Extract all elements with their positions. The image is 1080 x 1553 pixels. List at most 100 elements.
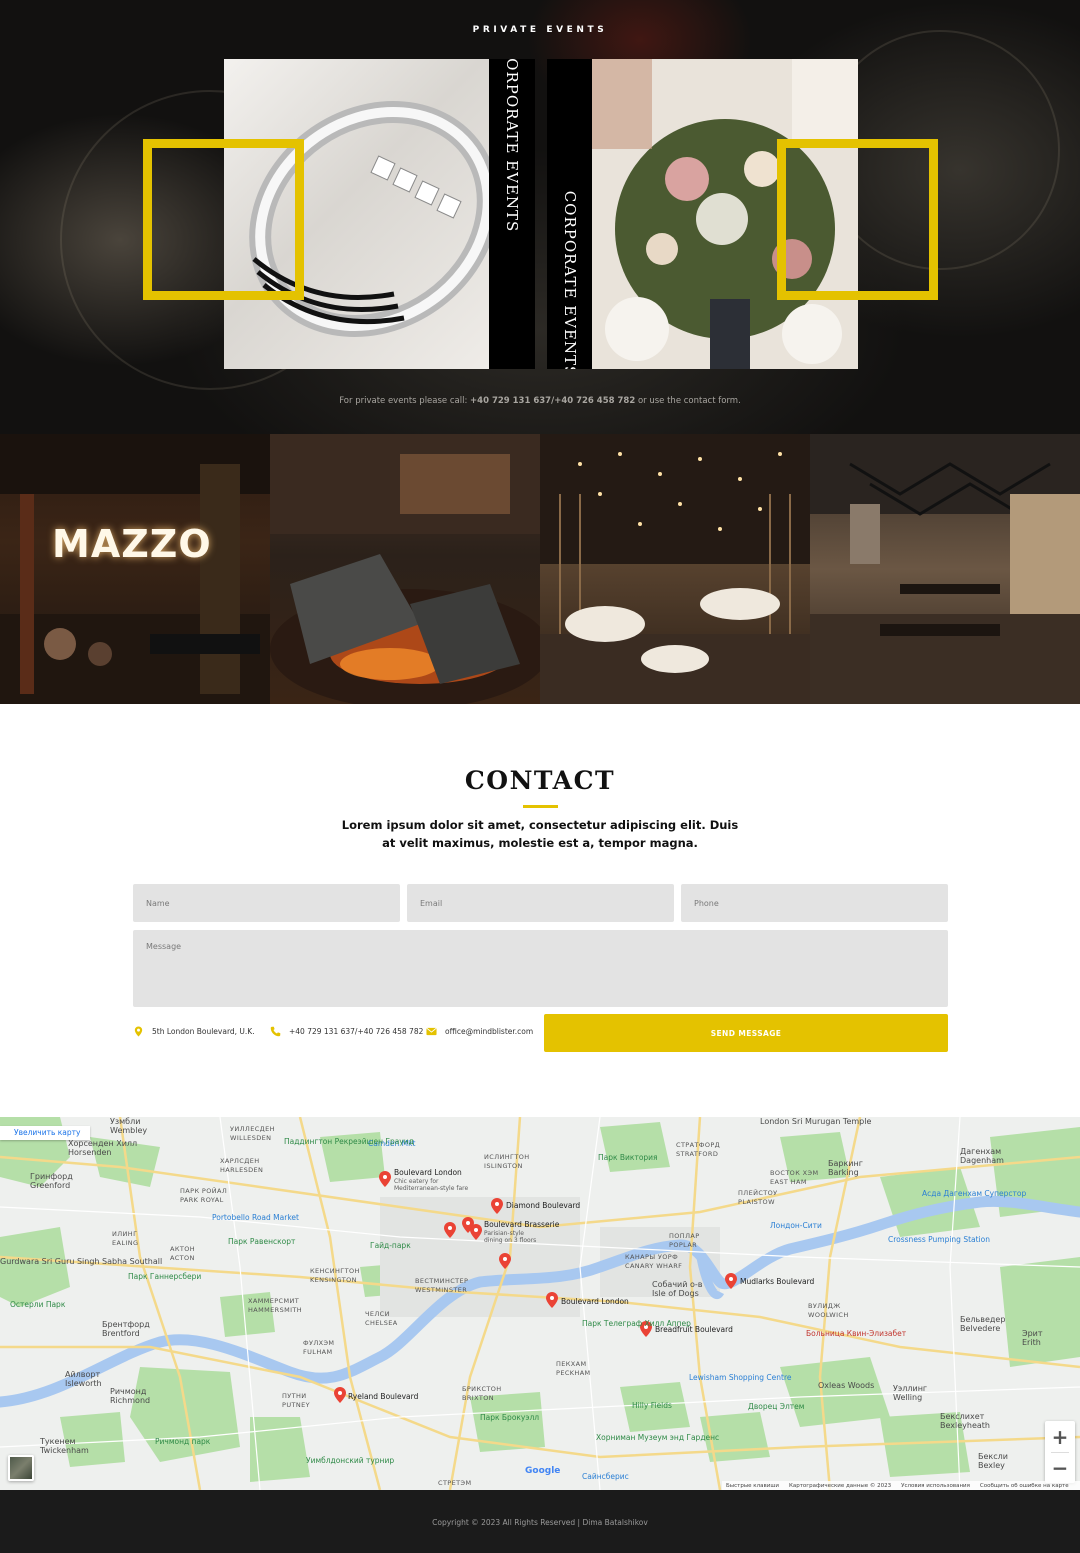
yellow-accent-frame-right [777, 139, 938, 300]
enlarge-map-link[interactable]: Увеличить карту [0, 1126, 91, 1140]
poi-horniman[interactable]: Хорниман Музеум энд Гарденс [596, 1433, 719, 1442]
note-prefix: For private events please call: [339, 396, 471, 406]
poi-telegraph-hill[interactable]: Парк Телеграф Хилл Аппер [582, 1319, 691, 1328]
zoom-in-button[interactable]: + [1045, 1421, 1075, 1452]
area-peckham: ПЕКХАМ PECKHAM [556, 1360, 591, 1377]
phone-field[interactable] [681, 884, 948, 922]
area-stratford: СТРАТФОРД STRATFORD [676, 1141, 721, 1158]
poi-queen-elizabeth[interactable]: Больница Квин-Элизабет [806, 1329, 906, 1338]
area-woolwich: ВУЛИДЖ WOOLWICH [808, 1302, 849, 1319]
report-error-link[interactable]: Сообщить об ошибке на карте [980, 1483, 1069, 1489]
place-ryeland-boulevard[interactable]: Ryeland Boulevard [348, 1392, 418, 1401]
card-label-band: CORPORATE EVENTS [547, 59, 592, 369]
place-boulevard-london-2[interactable]: Boulevard London [561, 1297, 629, 1306]
place-description: Parisian-style [484, 1230, 524, 1237]
zoom-out-button[interactable]: − [1045, 1452, 1075, 1483]
map-attribution: Быстрые клавиши Картографические данные … [722, 1481, 1080, 1490]
area-acton: АКТОН ACTON [170, 1245, 196, 1262]
area-hammersmith: ХАММЕРСМИТ HAMMERSMITH [248, 1297, 303, 1314]
dining-hall-lights-photo[interactable] [540, 434, 810, 704]
fireplace-embers-photo[interactable] [270, 434, 540, 704]
map-pin-icon[interactable] [491, 1198, 503, 1214]
poi-sainsburys[interactable]: Сайнсберис [582, 1472, 629, 1481]
area-barking: Баркинг Barking [828, 1159, 863, 1177]
map-pin-icon[interactable] [499, 1253, 511, 1269]
poi-paddington[interactable]: Паддингтон Рекреэйшен Граунд [284, 1137, 414, 1146]
poi-city-airport[interactable]: Лондон-Сити [770, 1221, 822, 1230]
private-events-eyebrow: PRIVATE EVENTS [472, 25, 608, 35]
area-willesden: УИЛЛЕСДЕН WILLESDEN [230, 1125, 275, 1142]
place-boulevard-brasserie[interactable]: Boulevard Brasserie [484, 1220, 559, 1229]
keyboard-shortcuts-link[interactable]: Быстрые клавиши [726, 1483, 779, 1489]
site-footer: Copyright © 2023 All Rights Reserved | D… [0, 1490, 1080, 1553]
poi-crossness[interactable]: Crossness Pumping Station [888, 1235, 990, 1244]
area-isle-of-dogs: Собачий о-в Isle of Dogs [652, 1280, 703, 1298]
dining-hall-illustration [540, 434, 810, 704]
phone-text[interactable]: +40 729 131 637/+40 726 458 782 [289, 1027, 423, 1036]
map-pin-icon[interactable] [379, 1171, 391, 1187]
map-pin-icon[interactable] [725, 1273, 737, 1289]
area-plaistow: ПЛЕЙСТОУ PLAISTOW [738, 1189, 778, 1206]
contact-lead: Lorem ipsum dolor sit amet, consectetur … [341, 818, 739, 850]
poi-asda[interactable]: Асда Дагенхам Суперстор [922, 1189, 1026, 1198]
map-data-credit: Картографические данные © 2023 [788, 1482, 892, 1489]
poi-ravenscourt[interactable]: Парк Равенскорт [228, 1237, 295, 1246]
copyright-text: Copyright © 2023 All Rights Reserved | D… [432, 1518, 648, 1527]
email-field[interactable] [407, 884, 674, 922]
terms-link[interactable]: Условия использования [901, 1483, 970, 1489]
area-wembley: Узмбли Wembley [110, 1117, 148, 1135]
poi-hyde-park[interactable]: Гайд-парк [370, 1241, 411, 1250]
note-suffix: or use the contact form. [635, 396, 741, 406]
title-underline [523, 805, 558, 808]
poi-hilly-fields[interactable]: Hilly Fields [632, 1401, 672, 1410]
google-logo: Google [525, 1466, 560, 1476]
poi-london-sri[interactable]: London Sri Murugan Temple [760, 1117, 871, 1126]
place-mudlarks-boulevard[interactable]: Mudlarks Boulevard [740, 1277, 814, 1286]
envelope-icon [426, 1027, 437, 1036]
poi-lewisham[interactable]: Lewisham Shopping Centre [689, 1373, 792, 1382]
poi-richmond-park[interactable]: Ричмонд парк [155, 1437, 210, 1446]
private-events-section: PRIVATE EVENTS CORPORATE EVENTS CORPORAT… [0, 0, 1080, 434]
restaurant-interior-photo[interactable]: MAZZO [0, 434, 270, 704]
map-pin-icon[interactable] [470, 1224, 482, 1240]
corporate-events-label: CORPORATE EVENTS [502, 59, 521, 233]
zoom-controls: + − [1045, 1421, 1075, 1483]
map-pin-icon[interactable] [334, 1387, 346, 1403]
area-park-royal: ПАРК РОЙАЛ PARK ROYAL [180, 1187, 228, 1204]
area-islington: ИСЛИНГТОН ISLINGTON [484, 1153, 530, 1170]
email-text[interactable]: office@mindblister.com [445, 1027, 533, 1036]
note-phones[interactable]: +40 729 131 637/+40 726 458 782 [470, 396, 635, 406]
area-welling: Уэллинг Welling [893, 1384, 928, 1402]
area-chelsea: ЧЕЛСИ CHELSEA [365, 1310, 398, 1327]
area-bexley: Бексли Bexley [978, 1452, 1008, 1470]
contact-title: CONTACT [464, 766, 616, 795]
area-streatham: СТРЕТЭМ [438, 1479, 472, 1487]
poi-wimbledon[interactable]: Уимблдонский турнир [306, 1456, 394, 1465]
gallery-strip: MAZZO [0, 434, 1080, 704]
restaurant-interior-illustration [0, 434, 270, 704]
poi-victoria-park[interactable]: Парк Виктория [598, 1153, 658, 1162]
map-pin-icon[interactable] [546, 1292, 558, 1308]
poi-eltham[interactable]: Дворец Элтем [748, 1402, 804, 1411]
area-erith: Эрит Erith [1022, 1329, 1043, 1347]
place-description: Chic eatery for [394, 1178, 439, 1185]
poi-brockwell[interactable]: Парк Брокуэлл [480, 1413, 539, 1422]
place-boulevard-london-1[interactable]: Boulevard London [394, 1168, 462, 1177]
map-pin-icon[interactable] [444, 1222, 456, 1238]
message-field[interactable] [133, 930, 948, 1007]
name-field[interactable] [133, 884, 400, 922]
poi-gunnersbury[interactable]: Парк Ганнерсбери [128, 1272, 201, 1281]
industrial-dining-room-photo[interactable] [810, 434, 1080, 704]
card-label-band: CORPORATE EVENTS [489, 59, 534, 369]
send-message-button[interactable]: SEND MESSAGE [544, 1014, 948, 1052]
place-diamond-boulevard[interactable]: Diamond Boulevard [506, 1201, 580, 1210]
satellite-toggle[interactable] [8, 1455, 34, 1481]
location-map[interactable]: Увеличить карту Boulevard London Chic ea… [0, 1117, 1080, 1490]
area-brixton: БРИКСТОН BRIXTON [462, 1385, 502, 1402]
place-description: dining on 3 floors [484, 1237, 537, 1244]
area-fulham: ФУЛХЭМ FULHAM [303, 1339, 335, 1356]
address-info: 5th London Boulevard, U.K. [133, 1026, 255, 1037]
poi-portobello[interactable]: Portobello Road Market [212, 1213, 299, 1222]
area-sri-guru: Gurdwara Sri Guru Singh Sabha Southall [0, 1257, 163, 1266]
area-canary-wharf: КАНАРЫ УОРФ CANARY WHARF [625, 1253, 683, 1270]
